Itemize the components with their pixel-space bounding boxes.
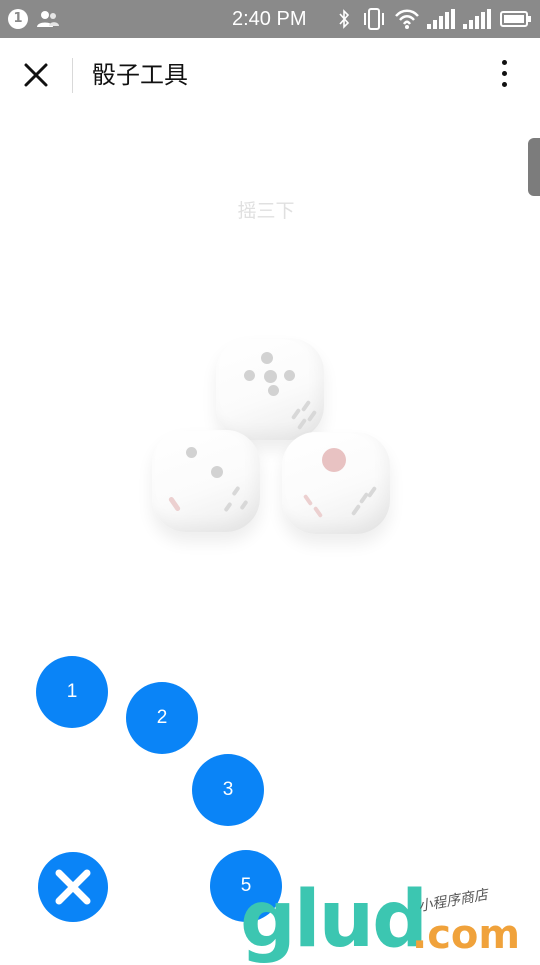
nav-divider xyxy=(72,58,73,93)
die-pip xyxy=(261,352,273,364)
notification-badge: 1 xyxy=(8,9,28,29)
battery-icon xyxy=(500,11,531,27)
wifi-icon xyxy=(395,9,419,29)
dice-count-option-1[interactable]: 1 xyxy=(36,656,108,728)
die-side-pip xyxy=(312,505,324,519)
close-icon xyxy=(55,869,91,905)
more-menu-icon[interactable] xyxy=(494,60,514,92)
status-bar: 1 2:40 PM xyxy=(0,0,540,38)
die-pip xyxy=(284,370,295,381)
die-pip xyxy=(186,447,197,458)
more-dot xyxy=(501,60,507,65)
die-side-pip xyxy=(300,399,312,413)
bluetooth-icon xyxy=(339,9,350,29)
die-side-pip xyxy=(239,499,249,511)
die-pip xyxy=(211,466,223,478)
signal-icon-2 xyxy=(463,9,491,29)
shake-hint: 摇三下 xyxy=(237,200,295,222)
signal-icon-1 xyxy=(427,9,455,29)
die-side-pip xyxy=(366,485,378,499)
die-pip xyxy=(244,370,255,381)
watermark-logo: glud xyxy=(240,875,428,965)
die-pip xyxy=(322,448,346,472)
die-left[interactable] xyxy=(152,430,260,532)
die-right[interactable] xyxy=(282,432,390,534)
die-side-pip xyxy=(302,493,314,507)
status-time: 2:40 PM xyxy=(232,8,307,30)
side-drawer-handle[interactable] xyxy=(528,138,540,196)
die-pip xyxy=(268,385,279,396)
nav-bar: 骰子工具 xyxy=(0,38,540,112)
die-pip xyxy=(264,370,277,383)
close-icon[interactable] xyxy=(18,57,54,93)
more-dot xyxy=(501,71,507,76)
die-top[interactable] xyxy=(216,338,324,440)
close-menu-button[interactable] xyxy=(38,852,108,922)
die-side-pip xyxy=(306,409,318,423)
die-side-pip xyxy=(223,501,233,513)
die-side-pip xyxy=(296,417,308,431)
dice-count-option-2[interactable]: 2 xyxy=(126,682,198,754)
watermark: glud .com 小程序商店 xyxy=(240,880,540,960)
vibrate-icon xyxy=(364,8,384,30)
die-side-pip xyxy=(231,485,241,497)
die-side-pip xyxy=(290,407,302,421)
more-dot xyxy=(501,82,507,87)
page-title: 骰子工具 xyxy=(92,61,188,89)
die-side-pip xyxy=(350,503,362,517)
contacts-icon xyxy=(37,11,59,27)
die-side-pip xyxy=(167,496,182,512)
watermark-domain: .com xyxy=(412,912,521,958)
dice-count-option-3[interactable]: 3 xyxy=(192,754,264,826)
